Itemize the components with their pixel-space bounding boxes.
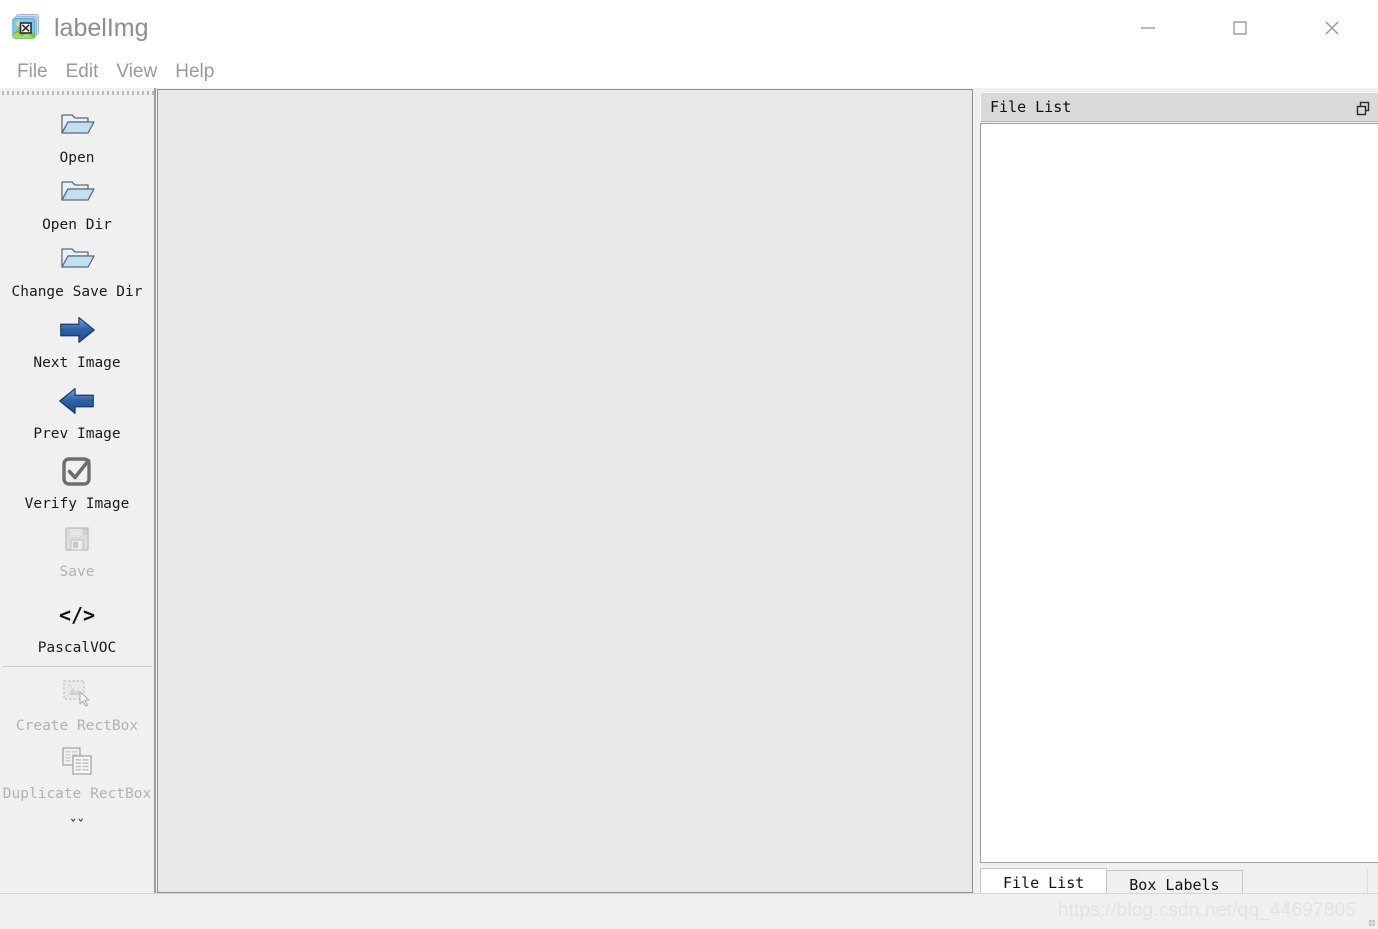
- toolbar-label-prev-image: Prev Image: [33, 426, 121, 442]
- toolbar-item-open-dir[interactable]: Open Dir: [0, 167, 154, 234]
- labelimg-window: labelImg File Edit View Help Open Open D…: [0, 0, 1378, 929]
- minimize-icon[interactable]: [1102, 0, 1194, 55]
- watermark-text: https://blog.csdn.net/qq_44697805: [1057, 900, 1356, 921]
- toolbar-label-pascalvoc: PascalVOC: [37, 640, 117, 656]
- toolbar-label-change-save-dir: Change Save Dir: [11, 284, 143, 300]
- resize-grip-icon[interactable]: [1361, 912, 1375, 926]
- menu-item-file[interactable]: File: [8, 58, 57, 86]
- create-rectbox-icon: [55, 673, 99, 713]
- toolbar-item-change-save-dir[interactable]: Change Save Dir: [0, 234, 154, 301]
- open-folder-icon: [55, 239, 99, 279]
- code-brackets-icon: </>: [55, 595, 99, 635]
- open-folder-icon: [55, 172, 99, 212]
- toolbar-item-duplicate-rectbox[interactable]: Duplicate RectBox: [0, 735, 154, 803]
- window-controls: [1102, 0, 1378, 55]
- toolbar-separator: [2, 666, 152, 667]
- toolbar-label-save: Save: [59, 564, 95, 580]
- maximize-icon[interactable]: [1194, 0, 1286, 55]
- float-restore-icon[interactable]: [1354, 99, 1372, 117]
- toolbar-item-open[interactable]: Open: [0, 97, 154, 167]
- title-bar-left: labelImg: [12, 8, 149, 48]
- toolbar-label-open: Open: [59, 150, 95, 166]
- toolbar-label-open-dir: Open Dir: [42, 217, 112, 233]
- toolbar-item-pascalvoc[interactable]: </> PascalVOC: [0, 581, 154, 657]
- title-bar: labelImg: [0, 0, 1378, 55]
- arrow-left-icon: [55, 381, 99, 421]
- menu-item-edit[interactable]: Edit: [57, 58, 108, 86]
- toolbar-item-prev-image[interactable]: Prev Image: [0, 372, 154, 443]
- open-folder-icon: [55, 105, 99, 145]
- toolbar-item-verify-image[interactable]: Verify Image: [0, 443, 154, 513]
- labelimg-app-icon: [12, 13, 42, 43]
- toolbar-item-next-image[interactable]: Next Image: [0, 301, 154, 372]
- floppy-disk-icon: [55, 519, 99, 559]
- toolbar-label-next-image: Next Image: [33, 355, 121, 371]
- menu-item-view[interactable]: View: [107, 58, 166, 86]
- toolbar-overflow-chevron-down-icon[interactable]: ˇˇ: [0, 819, 154, 834]
- menu-item-help[interactable]: Help: [166, 58, 223, 86]
- dock-title-label: File List: [990, 98, 1072, 116]
- toolbar-label-duplicate-rectbox: Duplicate RectBox: [2, 786, 152, 802]
- dock-title-bar: File List: [980, 92, 1378, 122]
- file-list-dock: File List File List Box Labels: [980, 92, 1378, 899]
- file-list-body[interactable]: [980, 123, 1378, 863]
- toolbar-item-create-rectbox[interactable]: Create RectBox: [0, 669, 154, 735]
- menu-bar: File Edit View Help: [0, 55, 1378, 88]
- image-canvas[interactable]: [157, 89, 973, 893]
- left-toolbar: Open Open Dir Change Save Dir Next Image…: [0, 88, 156, 893]
- canvas-area: [156, 88, 976, 893]
- arrow-right-icon: [55, 310, 99, 350]
- toolbar-item-save[interactable]: Save: [0, 513, 154, 581]
- duplicate-rectbox-icon: [55, 741, 99, 781]
- app-title: labelImg: [54, 14, 149, 42]
- svg-text:</>: </>: [59, 603, 95, 627]
- toolbar-label-create-rectbox: Create RectBox: [15, 718, 139, 734]
- toolbar-label-verify-image: Verify Image: [24, 496, 130, 512]
- checkbox-check-icon: [55, 451, 99, 491]
- toolbar-drag-handle[interactable]: [0, 89, 154, 97]
- close-icon[interactable]: [1286, 0, 1378, 55]
